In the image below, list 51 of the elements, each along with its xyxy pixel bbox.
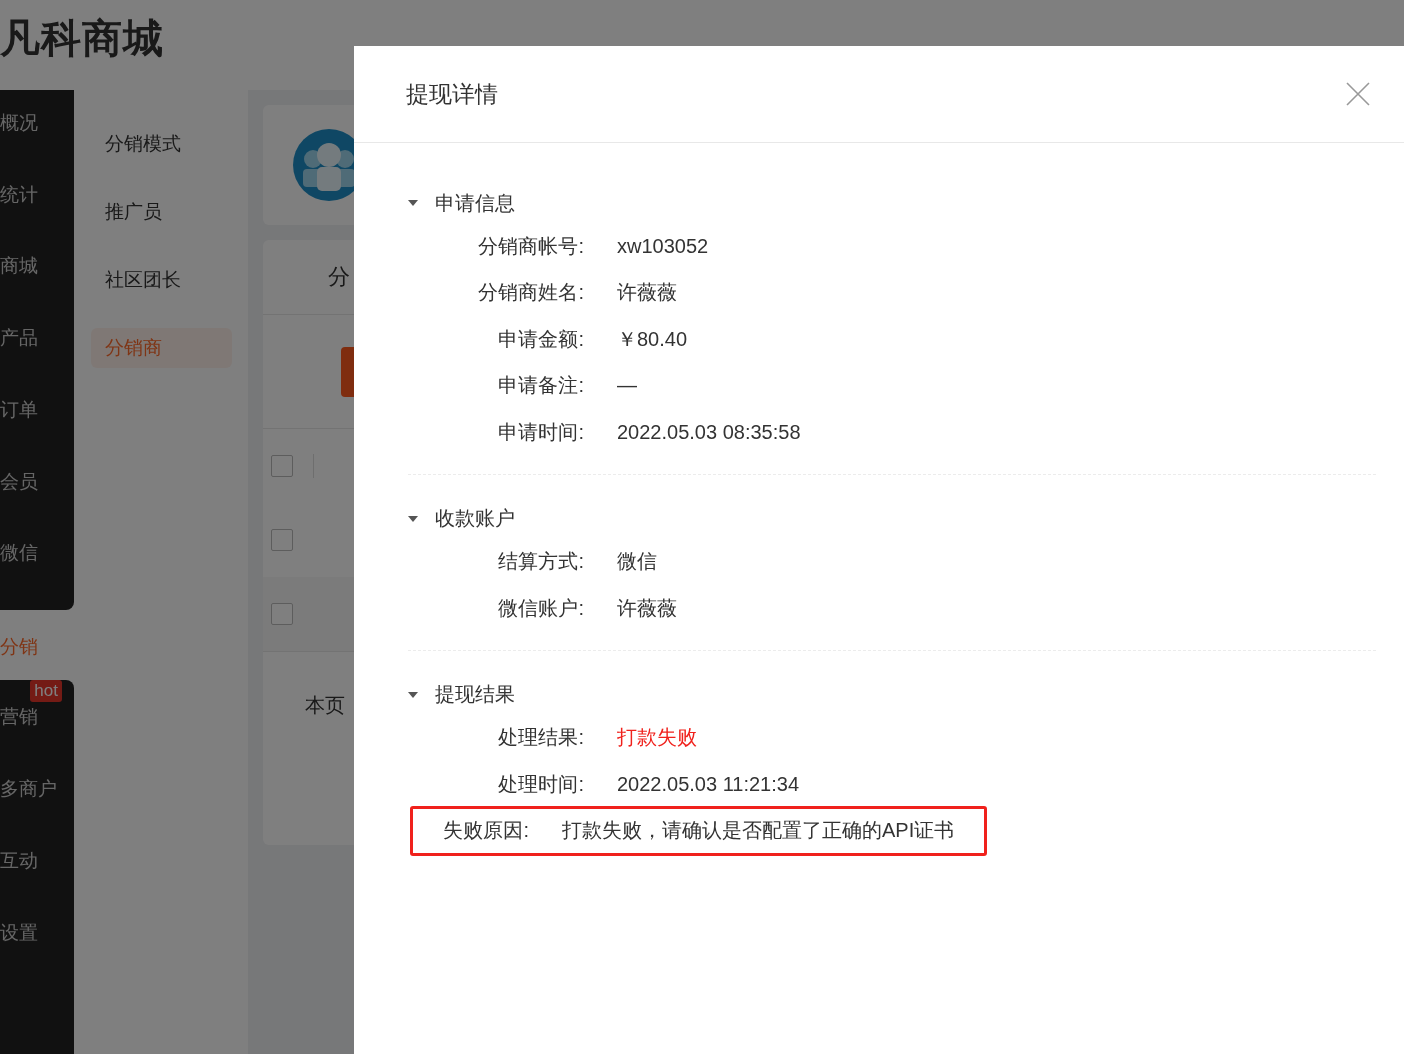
submenu-item[interactable]: 推广员 [91,192,232,232]
field-value: 微信 [617,549,657,575]
field-label: 结算方式: [497,549,584,575]
nav-item[interactable]: 概况 [0,108,74,180]
field-value: ￥80.40 [617,326,688,352]
nav-item[interactable]: 订单 [0,394,74,467]
field-value: 打款失败 [617,725,697,751]
row-checkbox[interactable] [271,455,293,477]
nav-item[interactable]: 多商户 [0,774,74,846]
nav-item[interactable]: 微信 [0,538,74,611]
section-title: 提现结果 [435,682,515,707]
nav-item[interactable]: 分销 [0,610,74,680]
submenu-item[interactable]: 分销模式 [91,124,232,164]
nav-item[interactable]: 营销 [0,702,74,774]
caret-icon[interactable] [408,515,418,522]
hot-badge: hot [30,680,62,702]
field-label: 失败原因: [442,818,529,844]
logo-text: 凡科商城 [0,14,164,62]
field-label: 申请时间: [497,419,584,445]
field-value: 2022.05.03 08:35:58 [617,420,801,444]
field-label: 申请金额: [497,326,584,352]
nav-item[interactable]: 产品 [0,323,74,395]
field-value: 打款失败，请确认是否配置了正确的API证书 [562,818,955,844]
field-value: xw103052 [617,234,709,258]
field-value: 许薇薇 [617,280,677,306]
nav-item[interactable]: 会员 [0,466,74,539]
field-label: 处理时间: [497,771,584,797]
row-checkbox[interactable] [271,529,293,551]
caret-icon[interactable] [408,200,418,206]
row-checkbox[interactable] [271,603,293,625]
section-title: 申请信息 [435,190,515,216]
nav-item[interactable]: 互动 [0,846,74,918]
field-label: 微信账户: [497,595,584,621]
submenu-item[interactable]: 分销商 [91,328,232,368]
submenu-item[interactable]: 社区团长 [91,260,232,300]
nav-item[interactable]: 统计 [0,179,74,252]
nav-item[interactable]: 商城 [0,251,74,324]
field-value: — [617,374,637,398]
close-icon[interactable] [1346,82,1370,106]
section-title: 收款账户 [435,506,515,531]
field-value: 2022.05.03 11:21:34 [617,772,800,796]
nav-item[interactable]: 设置 [0,918,74,990]
field-label: 处理结果: [497,725,584,751]
page-summary: 本页 [305,694,345,716]
drawer-title: 提现详情 [406,79,498,109]
field-label: 申请备注: [497,373,584,399]
field-label: 分销商帐号: [477,233,584,259]
tab[interactable]: 分 [328,262,350,292]
field-value: 许薇薇 [617,595,677,621]
caret-icon[interactable] [408,691,418,698]
field-label: 分销商姓名: [477,280,584,306]
